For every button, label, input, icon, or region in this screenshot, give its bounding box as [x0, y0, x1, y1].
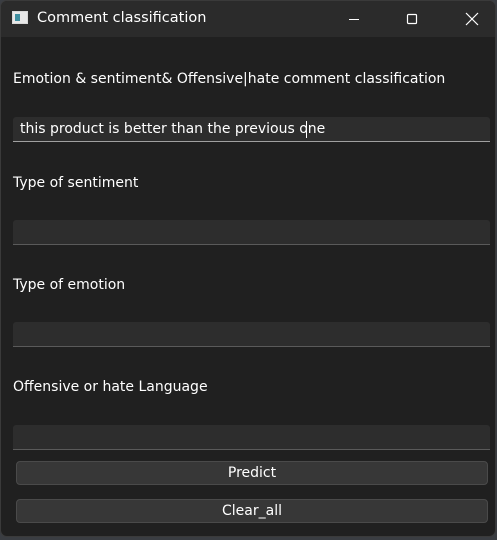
minimize-button[interactable]	[331, 1, 377, 37]
close-icon	[465, 12, 479, 26]
maximize-button[interactable]	[389, 1, 435, 37]
comment-input[interactable]	[13, 117, 490, 142]
offensive-output-field[interactable]	[13, 425, 490, 450]
minimize-icon	[349, 19, 359, 20]
offensive-label: Offensive or hate Language	[13, 379, 208, 395]
clear-all-button[interactable]: Clear_all	[16, 499, 488, 523]
emotion-label: Type of emotion	[13, 277, 126, 293]
page-heading: Emotion & sentiment& Offensive|hate comm…	[13, 71, 446, 87]
close-button[interactable]	[449, 1, 495, 37]
predict-button[interactable]: Predict	[16, 461, 488, 485]
window-title: Comment classification	[37, 10, 207, 26]
text-caret	[306, 121, 307, 138]
maximize-icon	[406, 13, 418, 25]
sentiment-output-field[interactable]	[13, 220, 490, 245]
title-bar[interactable]: Comment classification	[1, 1, 495, 37]
sentiment-label: Type of sentiment	[13, 175, 139, 191]
app-icon	[12, 11, 28, 24]
emotion-output-field[interactable]	[13, 322, 490, 347]
app-window: Comment classification Emotion & sentime…	[0, 0, 496, 537]
